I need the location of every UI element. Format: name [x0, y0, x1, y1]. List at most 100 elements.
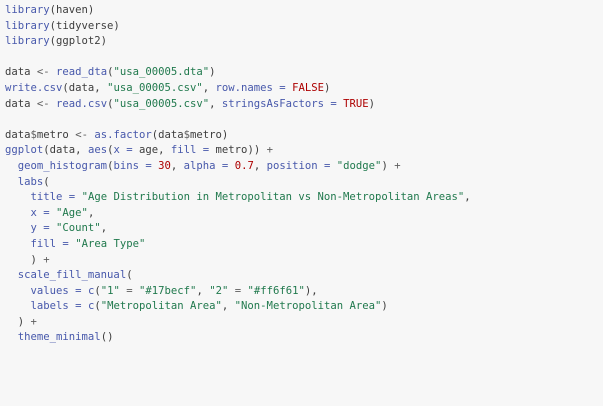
code-token: , [202, 81, 216, 94]
code-token: "usa_00005.dta" [113, 66, 210, 79]
code-token: alpha = [183, 159, 229, 172]
code-token: , [209, 97, 222, 110]
code-token: row.names = [215, 81, 286, 94]
code-token: data [5, 97, 37, 110]
code-line: x = "Age", [5, 206, 603, 222]
code-token: , [100, 222, 108, 235]
code-token: data [5, 66, 37, 79]
code-line: data$metro <- as.factor(data$metro) [5, 128, 603, 144]
code-token: , [221, 300, 235, 313]
code-token: ) [368, 97, 376, 110]
code-line: write.csv(data, "usa_00005.csv", row.nam… [5, 81, 603, 97]
code-token: + [266, 144, 273, 157]
code-token: position = [266, 159, 331, 172]
code-line: library(haven) [5, 3, 603, 19]
code-token: ) [5, 315, 31, 328]
code-token: x = [30, 206, 50, 219]
code-token: ( [43, 175, 50, 188]
code-token: aes [87, 144, 108, 157]
code-token: theme_minimal [17, 331, 101, 344]
code-token: ) [381, 159, 395, 172]
code-token: "#17becf" [139, 284, 197, 297]
code-line: data <- read_dta("usa_00005.dta") [5, 65, 603, 81]
code-token: data [5, 128, 31, 141]
code-token: 0.7 [234, 159, 254, 172]
code-token: ( [126, 269, 133, 282]
code-token: , [196, 284, 210, 297]
code-token: <- [75, 128, 88, 141]
code-token: library [5, 35, 50, 48]
code-token: values = [30, 284, 82, 297]
code-token: ), [304, 284, 318, 297]
code-token: ) [323, 81, 331, 94]
code-block[interactable]: library(haven) library(tidyverse) library(… [0, 0, 603, 406]
code-token: stringsAsFactors = [221, 97, 337, 110]
code-token: "usa_00005.csv" [107, 81, 203, 94]
code-token: title = [30, 191, 76, 204]
code-token: labels = [30, 300, 82, 313]
code-token: fill = [170, 144, 210, 157]
code-token: bins = [113, 159, 152, 172]
code-token: , [87, 206, 95, 219]
code-token: "dodge" [336, 159, 382, 172]
code-line: theme_minimal() [5, 330, 603, 346]
code-token: , [170, 159, 184, 172]
code-token: "#ff6f61" [247, 284, 305, 297]
code-token: age, [132, 144, 171, 157]
code-token: geom_histogram [17, 159, 108, 172]
code-token: FALSE [292, 81, 324, 94]
code-token: library [5, 19, 50, 32]
code-line: labs( [5, 175, 603, 191]
code-token: (tidyverse) [49, 19, 120, 32]
code-token: "Non-Metropolitan Area" [234, 300, 382, 313]
code-line: data <- read.csv("usa_00005.csv", string… [5, 97, 603, 113]
code-token: fill = [30, 237, 69, 250]
code-token: x = [113, 144, 133, 157]
code-token: ) [209, 66, 216, 79]
code-token: "Metropolitan Area" [100, 300, 222, 313]
code-token: <- [36, 97, 50, 110]
code-line: scale_fill_manual( [5, 268, 603, 284]
code-line: ggplot(data, aes(x = age, fill = metro))… [5, 143, 603, 159]
code-line: fill = "Area Type" [5, 237, 603, 253]
code-token: labs [17, 175, 44, 188]
code-token: "Age" [56, 206, 88, 219]
code-token: "1" [100, 284, 120, 297]
code-token: 30 [158, 159, 171, 172]
code-token: (data [151, 128, 184, 141]
code-token: "Area Type" [75, 237, 146, 250]
code-token: ggplot [5, 144, 44, 157]
code-token: library [5, 4, 50, 16]
code-token: (data, [62, 81, 108, 94]
code-token: y = [30, 222, 50, 235]
code-token: TRUE [343, 97, 369, 110]
code-token: as.factor [94, 128, 152, 141]
code-line: ) + [5, 253, 603, 269]
code-line: title = "Age Distribution in Metropolita… [5, 190, 603, 206]
code-token: "Count" [56, 222, 101, 235]
code-token: read_dta [56, 66, 108, 79]
code-token: + [394, 159, 401, 172]
code-token: (haven) [49, 4, 95, 16]
code-token: , [464, 191, 471, 204]
code-token: () [100, 331, 114, 344]
code-line: library(tidyverse) [5, 19, 603, 35]
code-line: geom_histogram(bins = 30, alpha = 0.7, p… [5, 159, 603, 175]
code-token: "Age Distribution in Metropolitan vs Non… [81, 191, 465, 204]
code-line: ) + [5, 315, 603, 331]
code-token: metro [36, 128, 76, 141]
code-token: , [253, 159, 267, 172]
code-token: "2" [209, 284, 229, 297]
